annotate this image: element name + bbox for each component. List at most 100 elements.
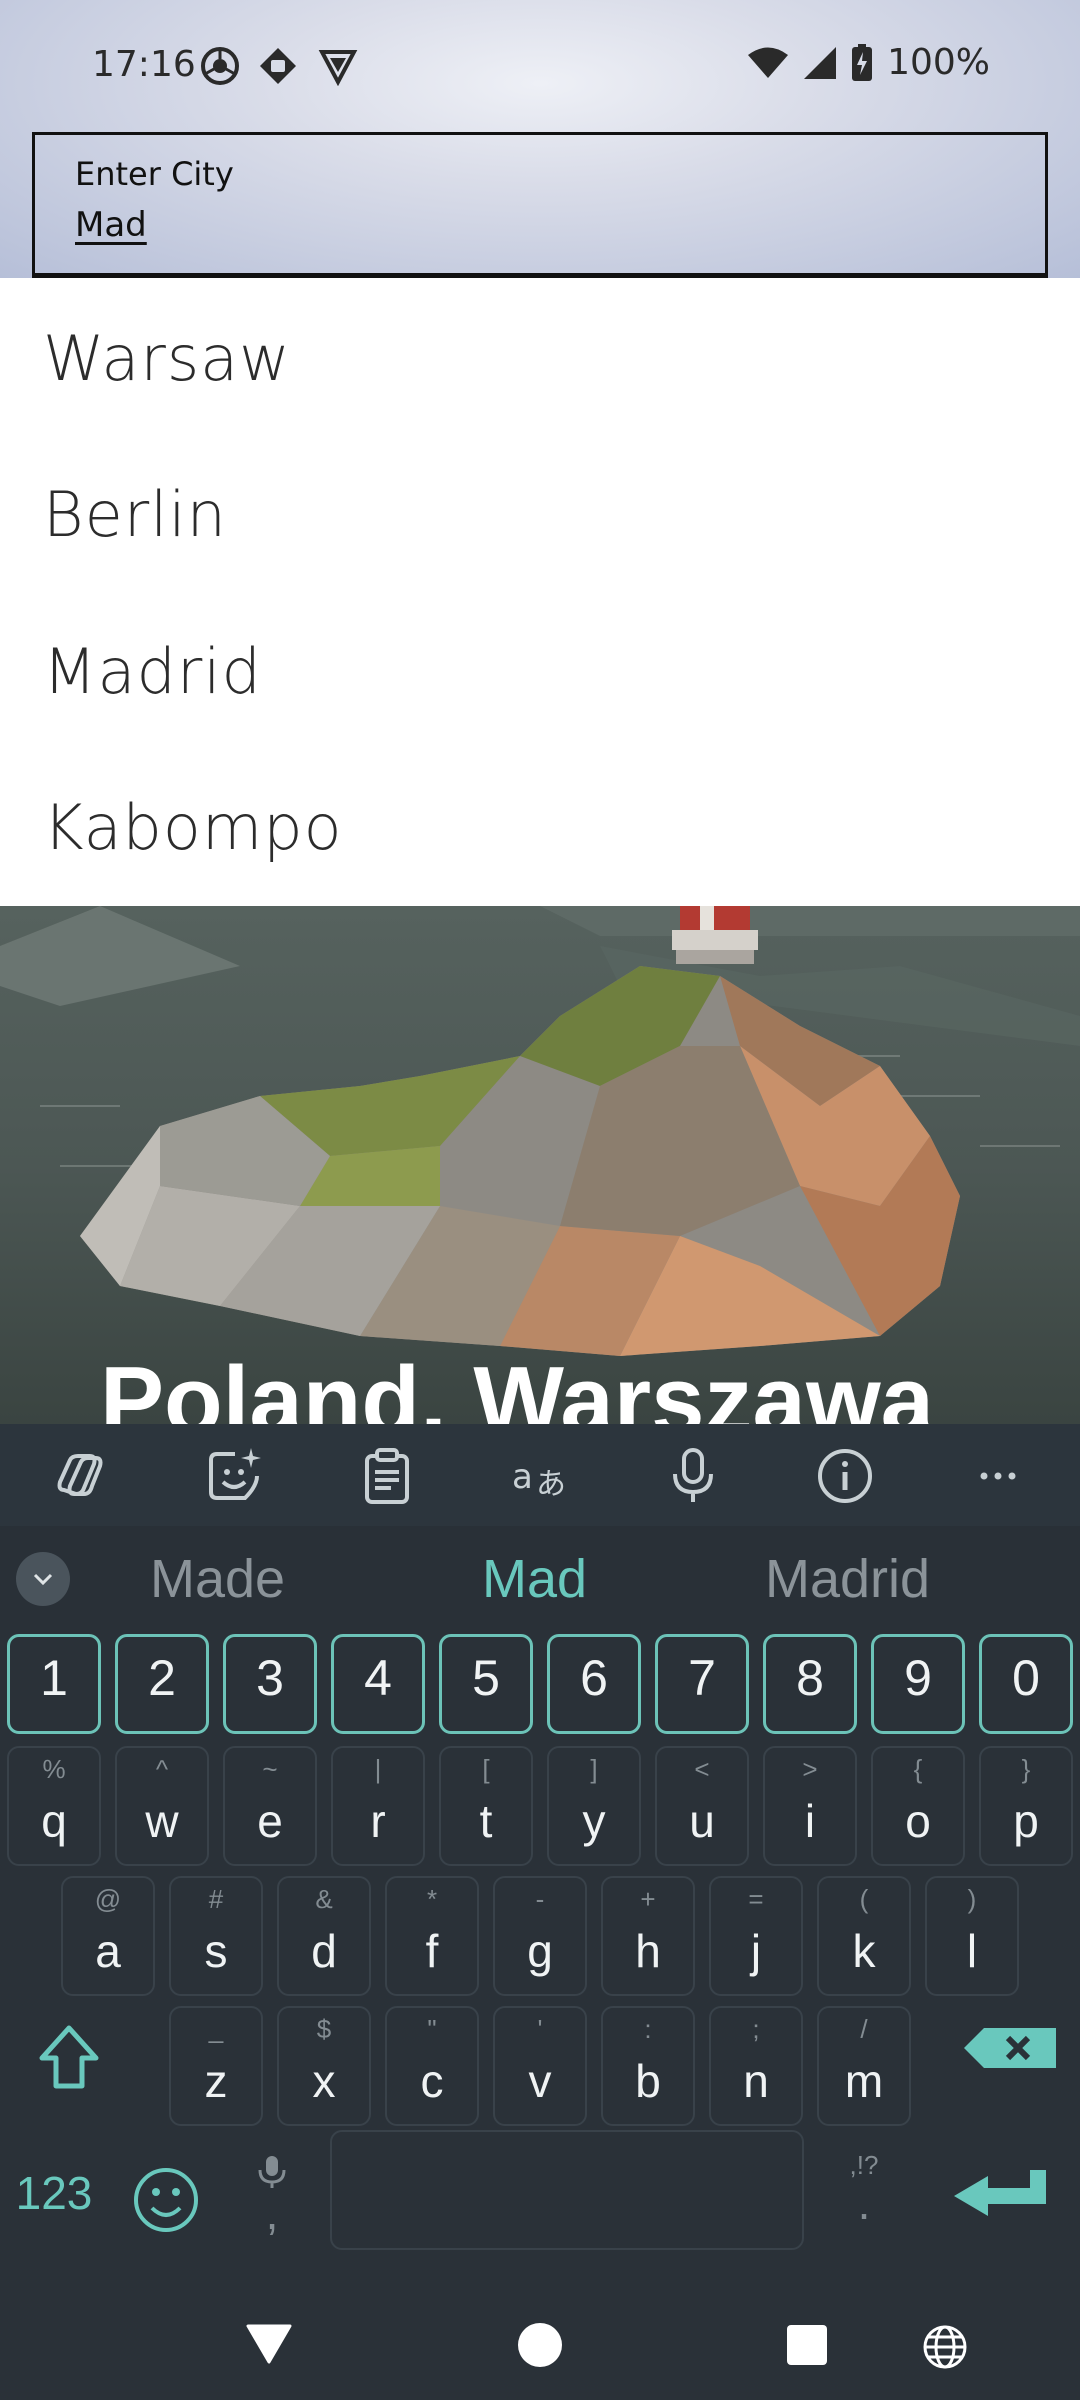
wifi-icon: [748, 47, 789, 78]
key-z[interactable]: _ z: [169, 2006, 263, 2126]
key-h-label: h: [635, 1925, 661, 1977]
key-2[interactable]: 2: [115, 1634, 209, 1734]
key-9-label: 9: [904, 1650, 932, 1706]
key-a[interactable]: @ a: [61, 1876, 155, 1996]
info-icon[interactable]: [815, 1446, 875, 1506]
key-p[interactable]: } p: [979, 1746, 1073, 1866]
key-e-label: e: [257, 1795, 283, 1847]
sticker-icon[interactable]: [205, 1446, 265, 1506]
key-o-label: o: [905, 1795, 931, 1847]
svg-text:a: a: [512, 1457, 533, 1497]
symbols-key-label: 123: [15, 2167, 93, 2219]
key-k[interactable]: (k: [817, 1876, 911, 1996]
signal-icon: [804, 46, 837, 79]
key-1[interactable]: 1: [7, 1634, 101, 1734]
key-d[interactable]: & d: [277, 1876, 371, 1996]
key-6[interactable]: 6: [547, 1634, 641, 1734]
key-i[interactable]: > i: [763, 1746, 857, 1866]
key-3[interactable]: 3: [223, 1634, 317, 1734]
key-m-alt: /: [860, 2014, 868, 2044]
key-r[interactable]: | r: [331, 1746, 425, 1866]
key-c-alt: ": [427, 2014, 437, 2044]
key-h[interactable]: + h: [601, 1876, 695, 1996]
key-n[interactable]: ; n: [709, 2006, 803, 2126]
key-j-alt: =: [748, 1884, 764, 1914]
copilot-icon[interactable]: [50, 1446, 110, 1506]
word-suggestion-2[interactable]: Mad: [482, 1548, 587, 1610]
key-s-alt: #: [208, 1884, 224, 1914]
key-9[interactable]: 9: [871, 1634, 965, 1734]
key-3-label: 3: [256, 1650, 284, 1706]
key-0[interactable]: 0: [979, 1634, 1073, 1734]
key-v-label: v: [528, 2055, 552, 2107]
suggestion-item-kabompo[interactable]: Kabompo: [43, 791, 343, 864]
key-q[interactable]: % q: [7, 1746, 101, 1866]
key-l[interactable]: ) l: [925, 1876, 1019, 1996]
key-7-label: 7: [688, 1650, 716, 1706]
key-5[interactable]: 5: [439, 1634, 533, 1734]
key-x[interactable]: $ x: [277, 2006, 371, 2126]
home-circle-icon[interactable]: [517, 2322, 563, 2368]
city-input-field[interactable]: Enter City Mad: [32, 132, 1048, 278]
svg-text:あ: あ: [536, 1467, 566, 1502]
back-triangle-icon[interactable]: [246, 2324, 292, 2364]
key-v[interactable]: ' v: [493, 2006, 587, 2126]
key-y[interactable]: ] y: [547, 1746, 641, 1866]
language-globe-icon[interactable]: [922, 2324, 968, 2370]
key-f[interactable]: * f: [385, 1876, 479, 1996]
emoji-key[interactable]: [112, 2130, 220, 2250]
emoji-icon: [134, 2168, 198, 2232]
backspace-key[interactable]: [946, 2000, 1076, 2120]
key-g[interactable]: -g: [493, 1876, 587, 1996]
status-bar: 17:16 100%: [0, 0, 1080, 130]
keyboard: 123 , ,!? . 1 2 3 4 5 6 7 8 9 0% q ^ w ~ e | r[t] y < u > i{o…: [0, 1630, 1080, 2280]
comma-key-label: ,: [265, 2187, 279, 2239]
city-scene-image: Poland, Warszawa: [0, 906, 1080, 1424]
key-4-label: 4: [364, 1650, 392, 1706]
microphone-icon[interactable]: [663, 1446, 723, 1506]
key-u[interactable]: < u: [655, 1746, 749, 1866]
collapse-keyboard-button[interactable]: [16, 1552, 70, 1606]
key-o[interactable]: {o: [871, 1746, 965, 1866]
key-o-alt: {: [913, 1754, 923, 1784]
key-j[interactable]: = j: [709, 1876, 803, 1996]
city-suggestions-dropdown: Warsaw Berlin Madrid Kabompo: [0, 278, 1080, 906]
keyboard-suggestion-strip: Made Mad Madrid: [0, 1526, 1080, 1630]
key-a-label: a: [95, 1925, 121, 1977]
key-q-alt: %: [42, 1754, 66, 1784]
key-t[interactable]: [t: [439, 1746, 533, 1866]
suggestion-item-berlin[interactable]: Berlin: [43, 478, 227, 551]
more-icon[interactable]: [968, 1446, 1028, 1506]
key-e[interactable]: ~ e: [223, 1746, 317, 1866]
chevron-down-icon: [33, 1573, 53, 1586]
symbols-key[interactable]: 123: [0, 2130, 108, 2250]
key-8[interactable]: 8: [763, 1634, 857, 1734]
backspace-icon: [964, 2028, 1056, 2068]
suggestion-item-warsaw[interactable]: Warsaw: [43, 322, 291, 395]
key-w[interactable]: ^ w: [115, 1746, 209, 1866]
word-suggestion-3[interactable]: Madrid: [765, 1548, 930, 1610]
key-m-label: m: [844, 2055, 884, 2107]
clipboard-icon[interactable]: [357, 1446, 417, 1506]
enter-key[interactable]: [940, 2130, 1076, 2250]
battery-percentage: 100%: [887, 42, 990, 83]
suggestion-item-madrid[interactable]: Madrid: [43, 635, 262, 708]
city-input-value[interactable]: Mad: [75, 205, 147, 245]
key-7[interactable]: 7: [655, 1634, 749, 1734]
key-b[interactable]: :b: [601, 2006, 695, 2126]
battery-charging-icon: [852, 43, 873, 81]
recents-square-icon[interactable]: [787, 2325, 827, 2365]
period-key[interactable]: ,!? .: [812, 2130, 916, 2250]
key-s[interactable]: # s: [169, 1876, 263, 1996]
space-key[interactable]: [330, 2130, 804, 2250]
key-m[interactable]: / m: [817, 2006, 911, 2126]
key-p-label: p: [1013, 1795, 1039, 1847]
translate-icon[interactable]: a あ: [510, 1446, 570, 1506]
key-6-label: 6: [580, 1650, 608, 1706]
shift-key[interactable]: [4, 2000, 134, 2120]
word-suggestion-1[interactable]: Made: [150, 1548, 285, 1610]
comma-key[interactable]: ,: [222, 2130, 322, 2250]
key-f-label: f: [425, 1925, 439, 1977]
key-4[interactable]: 4: [331, 1634, 425, 1734]
key-c[interactable]: " c: [385, 2006, 479, 2126]
